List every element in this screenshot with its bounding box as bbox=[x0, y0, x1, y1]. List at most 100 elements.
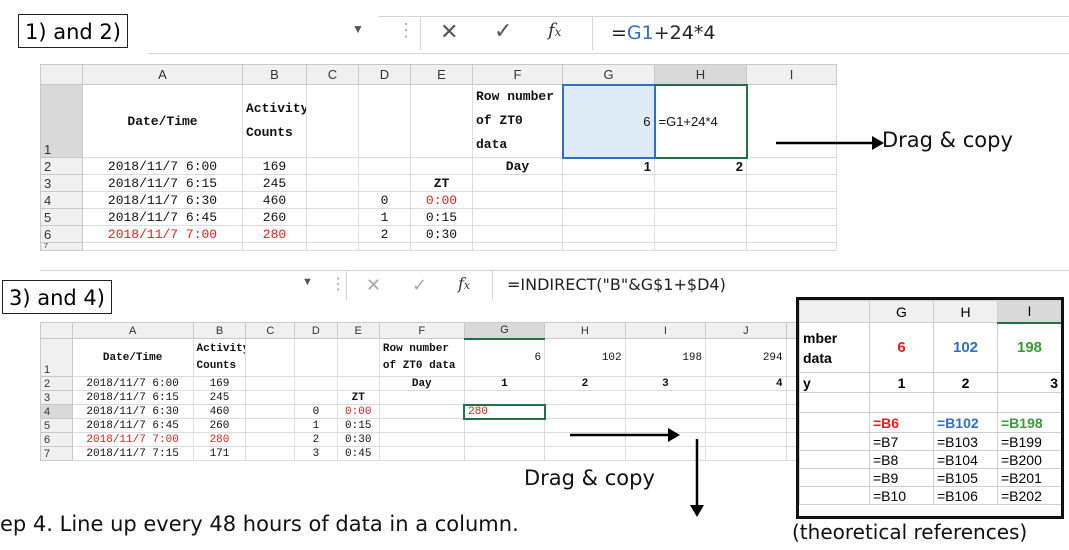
cell-I6[interactable] bbox=[746, 225, 837, 243]
cell-D3[interactable] bbox=[358, 174, 411, 192]
cell-D2[interactable] bbox=[294, 376, 338, 391]
row-header-6[interactable]: 6 bbox=[40, 225, 83, 243]
cell-C6[interactable] bbox=[306, 225, 359, 243]
row-header-2[interactable]: 2 bbox=[40, 376, 73, 391]
cell-I2[interactable]: 3 bbox=[624, 376, 707, 391]
cell-B5[interactable]: 260 bbox=[242, 208, 307, 226]
cell-C4[interactable] bbox=[306, 191, 359, 209]
cell-G6[interactable] bbox=[562, 225, 655, 243]
cell-A3[interactable]: 2018/11/7 6:15 bbox=[71, 390, 194, 405]
select-all-2[interactable] bbox=[40, 322, 73, 339]
col-header-E[interactable]: E bbox=[336, 322, 380, 339]
col-header-B[interactable]: B bbox=[242, 64, 307, 85]
fx-icon[interactable]: fx bbox=[548, 20, 561, 41]
row-header-3[interactable]: 3 bbox=[40, 174, 83, 192]
col-header-G[interactable]: G bbox=[562, 64, 655, 85]
cell-C1[interactable] bbox=[306, 84, 359, 158]
row-header-2[interactable]: 2 bbox=[40, 157, 83, 175]
cell-G2[interactable]: 1 bbox=[463, 376, 546, 391]
cell-A4[interactable]: 2018/11/7 6:30 bbox=[82, 191, 243, 209]
cell-I1[interactable]: 198 bbox=[624, 338, 707, 377]
row-header-3[interactable]: 3 bbox=[40, 390, 73, 405]
cell-E2[interactable] bbox=[336, 376, 380, 391]
row-header-7[interactable]: 7 bbox=[40, 446, 73, 461]
cell-A4[interactable]: 2018/11/7 6:30 bbox=[71, 404, 194, 419]
cell-G3[interactable] bbox=[562, 174, 655, 192]
cell-A6[interactable]: 2018/11/7 7:00 bbox=[82, 225, 243, 243]
cell-I4[interactable] bbox=[746, 191, 837, 209]
col-header-G[interactable]: G bbox=[463, 322, 546, 340]
col-header-C[interactable]: C bbox=[306, 64, 359, 85]
select-all[interactable] bbox=[40, 64, 83, 85]
cell-F5[interactable] bbox=[378, 418, 465, 433]
cell-E3[interactable]: ZT bbox=[336, 390, 380, 405]
cancel-icon[interactable]: ✕ bbox=[440, 20, 458, 45]
col-header-F[interactable]: F bbox=[472, 64, 563, 85]
cell-E5[interactable]: 0:15 bbox=[410, 208, 473, 226]
col-header-H[interactable]: H bbox=[654, 64, 747, 86]
col-header-J[interactable]: J bbox=[705, 322, 787, 339]
cell-C2[interactable] bbox=[306, 157, 359, 175]
cell-D1[interactable] bbox=[358, 84, 411, 158]
cell-H2[interactable]: 2 bbox=[544, 376, 626, 391]
cell-G5[interactable] bbox=[562, 208, 655, 226]
cell-H4[interactable] bbox=[654, 191, 747, 209]
cell-B2[interactable]: 169 bbox=[192, 376, 247, 391]
cell-J4[interactable] bbox=[705, 404, 787, 419]
cell-B1[interactable]: Activity Counts bbox=[192, 338, 247, 377]
cell-A7[interactable]: 2018/11/7 7:15 bbox=[71, 446, 194, 461]
cell-I3[interactable] bbox=[746, 174, 837, 192]
cell-C5[interactable] bbox=[245, 418, 296, 433]
cell-F3[interactable] bbox=[378, 390, 465, 405]
cell-G5[interactable] bbox=[463, 418, 546, 433]
fx-icon-2[interactable]: fx bbox=[458, 274, 470, 293]
cell-B2[interactable]: 169 bbox=[242, 157, 307, 175]
confirm-icon[interactable]: ✓ bbox=[494, 19, 512, 44]
cell-D1[interactable] bbox=[294, 338, 338, 377]
col-header-F[interactable]: F bbox=[378, 322, 465, 339]
cell-D2[interactable] bbox=[358, 157, 411, 175]
cell-J1[interactable]: 294 bbox=[705, 338, 787, 377]
cell-J2[interactable]: 4 bbox=[705, 376, 787, 391]
cell-H6[interactable] bbox=[654, 225, 747, 243]
cell-A3[interactable]: 2018/11/7 6:15 bbox=[82, 174, 243, 192]
cell-F4[interactable] bbox=[472, 191, 563, 209]
cell-A5[interactable]: 2018/11/7 6:45 bbox=[82, 208, 243, 226]
cell-B6[interactable]: 280 bbox=[192, 432, 247, 447]
cell-F7[interactable] bbox=[378, 446, 465, 461]
cell-F5[interactable] bbox=[472, 208, 563, 226]
cell-E3[interactable]: ZT bbox=[410, 174, 473, 192]
cell-H3[interactable] bbox=[654, 174, 747, 192]
cell-H1[interactable]: =G1+24*4 bbox=[653, 83, 748, 159]
cell-D4[interactable]: 0 bbox=[294, 404, 338, 419]
cell-G4[interactable]: 280 bbox=[463, 403, 546, 420]
row-header-5[interactable]: 5 bbox=[40, 208, 83, 226]
cell-B6[interactable]: 280 bbox=[242, 225, 307, 243]
cell-I5[interactable] bbox=[746, 208, 837, 226]
cell-C5[interactable] bbox=[306, 208, 359, 226]
cell-B4[interactable]: 460 bbox=[192, 404, 247, 419]
cell-G1[interactable]: 6 bbox=[561, 83, 656, 159]
row-header-1[interactable]: 1 bbox=[40, 84, 83, 158]
chevron-down-icon[interactable]: ▼ bbox=[352, 22, 364, 36]
cell-E2[interactable] bbox=[410, 157, 473, 175]
col-header-I[interactable]: I bbox=[624, 322, 707, 339]
cell-E1[interactable] bbox=[336, 338, 380, 377]
cell-B4[interactable]: 460 bbox=[242, 191, 307, 209]
row-header-7[interactable]: 7 bbox=[40, 242, 83, 251]
cell-I4[interactable] bbox=[624, 404, 707, 419]
cell-C7[interactable] bbox=[245, 446, 296, 461]
cell-F2[interactable]: Day bbox=[378, 376, 465, 391]
cell-H4[interactable] bbox=[544, 404, 626, 419]
cell-F1[interactable]: Row number of ZT0 data bbox=[378, 338, 465, 377]
formula-input[interactable]: =G1+24*4 bbox=[592, 16, 1069, 50]
formula-input-2[interactable]: =INDIRECT("B"&G$1+$D4) bbox=[492, 270, 1069, 300]
row-header-4[interactable]: 4 bbox=[40, 404, 73, 419]
cell-B5[interactable]: 260 bbox=[192, 418, 247, 433]
cell-D6[interactable]: 2 bbox=[358, 225, 411, 243]
cell-C2[interactable] bbox=[245, 376, 296, 391]
cell-B1[interactable]: Activity Counts bbox=[242, 84, 307, 158]
cell-G2[interactable]: 1 bbox=[562, 156, 655, 175]
cell-H5[interactable] bbox=[654, 208, 747, 226]
cell-D4[interactable]: 0 bbox=[358, 191, 411, 209]
